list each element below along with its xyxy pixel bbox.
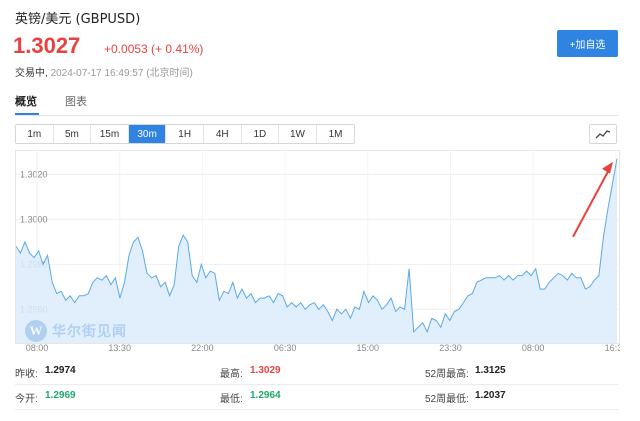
period-4H[interactable]: 4H: [204, 125, 242, 143]
status-label: 交易中,: [15, 68, 48, 79]
x-tick-label: 22:00: [191, 343, 214, 353]
status-timestamp: 2024-07-17 16:49:57 (北京时间): [50, 68, 193, 79]
tabs-divider: [15, 115, 618, 116]
period-5m[interactable]: 5m: [54, 125, 92, 143]
stats-row-1: 昨收: 1.2974 最高: 1.3029 52周最高: 1.3125: [15, 365, 618, 385]
current-price: 1.3027: [13, 33, 81, 58]
tab-overview[interactable]: 概览: [15, 93, 37, 109]
period-30m[interactable]: 30m: [128, 125, 167, 143]
annotation-arrow-shaft: [572, 167, 611, 238]
y-tick-label: 1.3020: [20, 169, 48, 179]
x-tick-label: 08:00: [26, 343, 49, 353]
w52-low-label: 52周最低:: [425, 394, 469, 405]
x-tick-label: 16:30: [605, 343, 620, 353]
low-label: 最低:: [220, 394, 243, 405]
watermark: W 华尔街见闻: [25, 320, 127, 342]
high-label: 最高:: [220, 369, 243, 380]
stats-divider: [15, 384, 618, 385]
line-chart-icon: [595, 130, 611, 139]
price-area: [16, 158, 617, 343]
chart-type-button[interactable]: [589, 124, 617, 144]
period-1m[interactable]: 1m: [16, 125, 54, 143]
w52-high-label: 52周最高:: [425, 369, 469, 380]
x-tick-label: 13:30: [108, 343, 131, 353]
period-1W[interactable]: 1W: [279, 125, 317, 143]
open-value: 1.2969: [45, 390, 76, 401]
pair-title: 英镑/美元 (GBPUSD): [15, 12, 141, 27]
trading-status: 交易中, 2024-07-17 16:49:57 (北京时间): [15, 64, 193, 79]
x-tick-label: 08:00: [522, 343, 545, 353]
period-1D[interactable]: 1D: [242, 125, 280, 143]
x-tick-label: 15:00: [357, 343, 380, 353]
prev-close-value: 1.2974: [45, 365, 76, 376]
x-tick-label: 06:30: [274, 343, 297, 353]
price-chart[interactable]: 1.29601.29801.30001.302008:0013:3022:000…: [15, 150, 620, 355]
annotation-arrow-head: [602, 161, 613, 174]
open-label: 今开:: [15, 394, 38, 405]
add-watchlist-button[interactable]: +加自选: [557, 30, 618, 57]
period-1H[interactable]: 1H: [166, 125, 204, 143]
low-value: 1.2964: [250, 390, 281, 401]
period-15m[interactable]: 15m: [91, 125, 129, 143]
w52-high-value: 1.3125: [475, 365, 506, 376]
tab-chart[interactable]: 图表: [65, 93, 87, 109]
y-tick-label: 1.3000: [20, 214, 48, 224]
price-change: +0.0053 (+ 0.41%): [104, 42, 204, 56]
x-tick-label: 23:30: [439, 343, 462, 353]
stats-row-2: 今开: 1.2969 最低: 1.2964 52周最低: 1.2037: [15, 390, 618, 410]
period-1M[interactable]: 1M: [317, 125, 355, 143]
watermark-logo: W: [25, 320, 47, 342]
high-value: 1.3029: [250, 365, 281, 376]
prev-close-label: 昨收:: [15, 369, 38, 380]
watermark-text: 华尔街见闻: [52, 324, 127, 340]
stats-divider: [15, 409, 618, 410]
w52-low-value: 1.2037: [475, 390, 506, 401]
period-selector: 1m 5m 15m 30m 1H 4H 1D 1W 1M: [15, 124, 356, 144]
